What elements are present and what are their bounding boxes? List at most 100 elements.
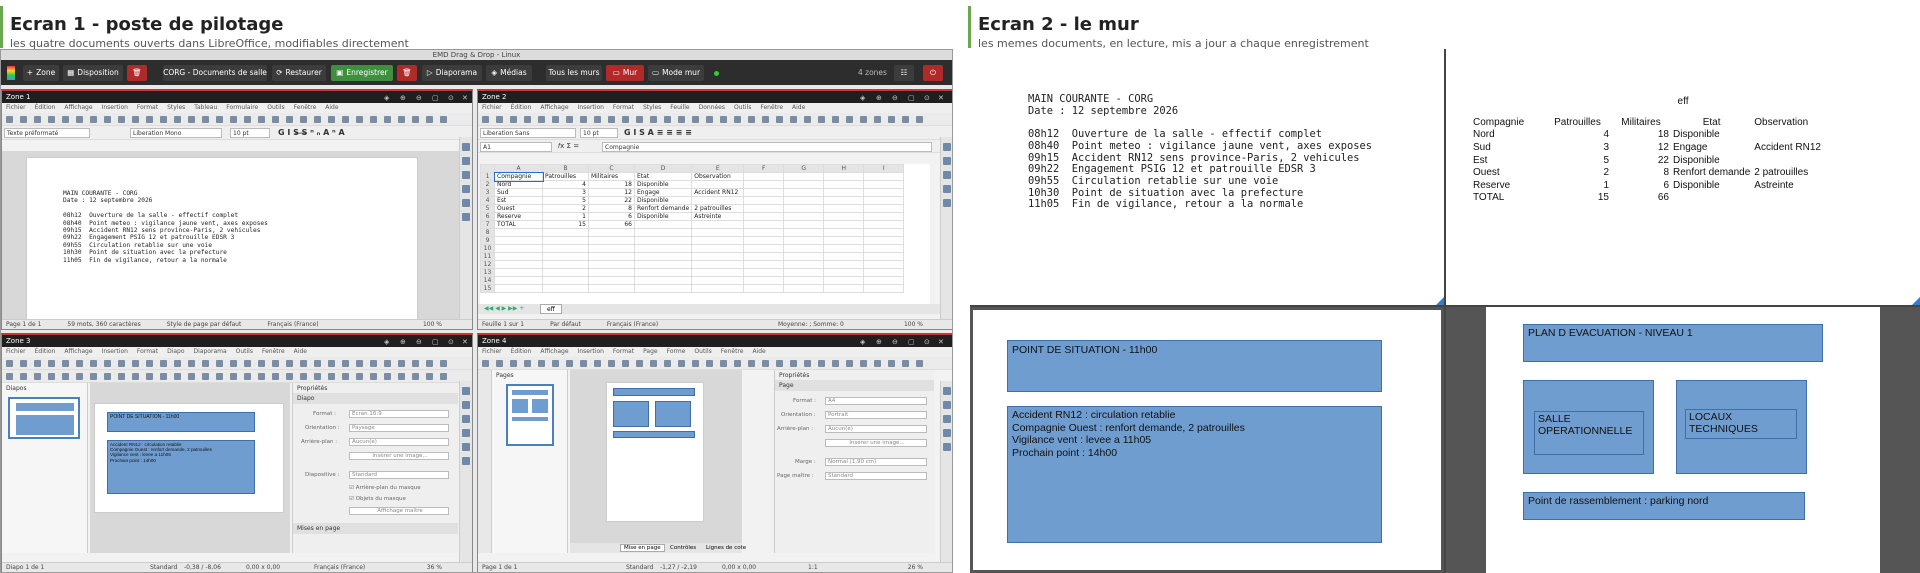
toolbar-icon[interactable]: [90, 116, 97, 123]
master-background-checkbox[interactable]: ☑ Arrière-plan du masque: [349, 485, 421, 491]
column-header[interactable]: F: [743, 164, 785, 173]
toolbar-icon[interactable]: [202, 373, 209, 380]
toolbar-icon[interactable]: [846, 360, 853, 367]
layers-icon[interactable]: ◈: [384, 92, 389, 104]
sliders-button[interactable]: ☷: [894, 65, 914, 81]
table-cell[interactable]: Disponible: [633, 196, 693, 205]
toolbar-icon[interactable]: [818, 360, 825, 367]
toolbar-icon[interactable]: [538, 360, 545, 367]
assembly-shape[interactable]: [613, 431, 695, 438]
table-cell[interactable]: [863, 284, 905, 293]
row-header[interactable]: 3: [480, 188, 495, 197]
toolbar-icon[interactable]: [510, 116, 517, 123]
table-cell[interactable]: [783, 172, 825, 181]
sheet-nav-icon[interactable]: ◀◀ ◀ ▶ ▶▶ +: [484, 305, 524, 312]
table-cell[interactable]: [691, 180, 745, 189]
table-cell[interactable]: TOTAL: [494, 220, 543, 229]
table-cell[interactable]: [494, 276, 543, 285]
toolbar-icon[interactable]: [664, 116, 671, 123]
toolbar-icon[interactable]: [76, 116, 83, 123]
evac-title-shape[interactable]: [613, 388, 695, 396]
table-cell[interactable]: [743, 220, 785, 229]
table-cell[interactable]: [863, 204, 905, 213]
font-size-select[interactable]: 10 pt: [230, 128, 270, 138]
toolbar-icon[interactable]: [258, 360, 265, 367]
table-cell[interactable]: [743, 204, 785, 213]
row-header[interactable]: 4: [480, 196, 495, 205]
table-cell[interactable]: [691, 260, 745, 269]
properties-icon[interactable]: [462, 143, 470, 151]
row-header[interactable]: 9: [480, 236, 495, 245]
table-cell[interactable]: [743, 212, 785, 221]
table-cell[interactable]: [743, 172, 785, 181]
menu-item[interactable]: Format: [613, 104, 634, 111]
menu-item[interactable]: Fichier: [482, 104, 502, 111]
close-icon[interactable]: ✕: [462, 336, 468, 348]
toolbar-icon[interactable]: [244, 360, 251, 367]
toolbar-icon[interactable]: [230, 116, 237, 123]
toolbar-icon[interactable]: [776, 116, 783, 123]
toolbar-icon[interactable]: [482, 116, 489, 123]
table-cell[interactable]: [743, 260, 785, 269]
orientation-select[interactable]: Paysage: [349, 424, 449, 432]
media-button[interactable]: ◈ Médias: [486, 65, 532, 81]
toolbar-icon[interactable]: [34, 360, 41, 367]
toolbar-icon[interactable]: [720, 360, 727, 367]
situation-body-box[interactable]: Accident RN12 : circulation retablie Comp…: [107, 440, 255, 494]
animation-icon[interactable]: [462, 457, 470, 465]
row-header[interactable]: 2: [480, 180, 495, 189]
menu-item[interactable]: Fichier: [482, 348, 502, 355]
table-cell[interactable]: [633, 244, 693, 253]
row-header[interactable]: 1: [480, 172, 495, 181]
menu-item[interactable]: Édition: [511, 104, 532, 111]
gallery-icon[interactable]: [462, 415, 470, 423]
main-courante-editor[interactable]: MAIN COURANTE - CORG Date : 12 septembre …: [63, 190, 268, 264]
menu-item[interactable]: Feuille: [670, 104, 689, 111]
table-cell[interactable]: [823, 196, 865, 205]
row-header[interactable]: 15: [480, 284, 495, 293]
menu-item[interactable]: Formulaire: [226, 104, 258, 111]
table-cell[interactable]: [691, 276, 745, 285]
table-cell[interactable]: Disponible: [633, 212, 693, 221]
table-cell[interactable]: [743, 180, 785, 189]
toolbar-icon[interactable]: [146, 116, 153, 123]
situation-title-box[interactable]: POINT DE SITUATION - 11h00: [107, 412, 255, 432]
menu-item[interactable]: Affichage: [64, 348, 92, 355]
toolbar-icon[interactable]: [300, 116, 307, 123]
toolbar-icon[interactable]: [426, 360, 433, 367]
table-cell[interactable]: [823, 252, 865, 261]
menu-item[interactable]: Format: [613, 348, 634, 355]
toolbar-icon[interactable]: [370, 373, 377, 380]
toolbar-icon[interactable]: [342, 116, 349, 123]
toolbar-icon[interactable]: [916, 116, 923, 123]
table-cell[interactable]: [863, 180, 905, 189]
toolbar-icon[interactable]: [118, 360, 125, 367]
room2-shape[interactable]: [655, 401, 691, 427]
toolbar-icon[interactable]: [496, 360, 503, 367]
toolbar-icon[interactable]: [272, 373, 279, 380]
fit-icon[interactable]: ▢: [432, 336, 439, 348]
toolbar-icon[interactable]: [622, 116, 629, 123]
column-header[interactable]: E: [691, 164, 745, 173]
table-cell[interactable]: [863, 196, 905, 205]
toolbar-icon[interactable]: [762, 360, 769, 367]
insert-image-button[interactable]: Insérer une image...: [825, 439, 927, 447]
toolbar-icon[interactable]: [412, 116, 419, 123]
table-cell[interactable]: [863, 228, 905, 237]
menu-item[interactable]: Insertion: [102, 348, 128, 355]
table-cell[interactable]: [494, 228, 543, 237]
toolbar-icon[interactable]: [314, 116, 321, 123]
background-select[interactable]: Aucun(e): [349, 438, 449, 446]
power-button[interactable]: ⏻: [923, 65, 943, 81]
bold-icon[interactable]: G I S ̶S̶ ⁿ ₙ A ⁿ A: [278, 128, 345, 137]
toolbar-icon[interactable]: [174, 116, 181, 123]
fit-icon[interactable]: ▢: [908, 92, 915, 104]
menu-item[interactable]: Outils: [236, 348, 253, 355]
table-cell[interactable]: [588, 228, 635, 237]
table-cell[interactable]: 1: [542, 212, 589, 221]
toolbar-icon[interactable]: [902, 360, 909, 367]
table-cell[interactable]: Militaires: [588, 172, 635, 181]
table-cell[interactable]: [633, 236, 693, 245]
toolbar-icon[interactable]: [538, 116, 545, 123]
paragraph-style-select[interactable]: Texte préformaté: [4, 128, 90, 138]
